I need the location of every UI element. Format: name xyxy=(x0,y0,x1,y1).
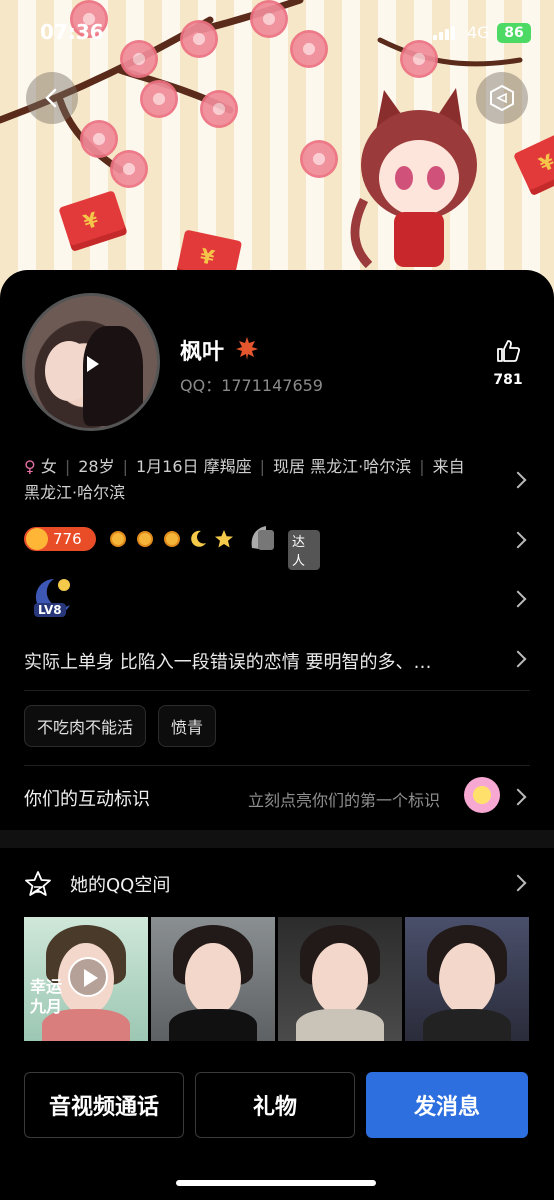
photo-body xyxy=(423,1009,511,1041)
lv-label: LV8 xyxy=(34,603,66,617)
photo-body xyxy=(169,1009,257,1041)
profile-name: 枫叶 xyxy=(180,340,225,365)
age: 28岁 xyxy=(78,457,115,476)
sun-icon xyxy=(137,531,153,547)
home-indicator[interactable] xyxy=(176,1180,376,1186)
tag-item[interactable]: 愤青 xyxy=(158,705,217,747)
gender: 女 xyxy=(40,457,57,476)
chevron-right-icon xyxy=(509,471,527,489)
status-bar: 07:36 4G 86 xyxy=(0,20,554,50)
blossom-icon xyxy=(200,90,238,128)
chevron-left-icon xyxy=(45,88,57,108)
like-button[interactable]: 781 xyxy=(488,338,528,388)
av-call-button[interactable]: 音视频通话 xyxy=(24,1072,184,1138)
sun-icon xyxy=(164,531,180,547)
photo-caption-line1: 幸运 xyxy=(30,977,63,996)
qzone-star-icon xyxy=(25,871,51,896)
send-message-button[interactable]: 发消息 xyxy=(366,1072,528,1138)
wing-icon xyxy=(251,526,274,550)
blossom-icon xyxy=(80,120,118,158)
qzone-photo[interactable] xyxy=(278,917,402,1041)
interaction-hint[interactable]: 立刻点亮你们的第一个标识 xyxy=(248,787,440,811)
chevron-right-icon xyxy=(509,531,527,549)
qzone-title[interactable]: 她的QQ空间 xyxy=(70,871,170,897)
section-spacer xyxy=(0,830,554,848)
photo-caption-line2: 九月 xyxy=(30,997,63,1016)
maple-leaf-icon xyxy=(236,337,258,360)
play-icon xyxy=(68,957,108,997)
blossom-icon xyxy=(140,80,178,118)
blossom-icon xyxy=(300,140,338,178)
qzone-photo-strip: 幸运 九月 xyxy=(24,917,529,1041)
network-type: 4G xyxy=(467,23,490,42)
hexagon-icon xyxy=(490,84,514,112)
play-icon xyxy=(87,356,99,372)
more-button[interactable] xyxy=(476,72,528,124)
birthday: 1月16日 摩羯座 xyxy=(135,457,252,476)
chevron-right-icon xyxy=(509,788,527,806)
battery-icon: 86 xyxy=(497,23,531,43)
chevron-right-icon xyxy=(509,874,527,892)
profile-info-row[interactable]: ♀ 女 | 28岁 | 1月16日 摩羯座 | 现居 黑龙江·哈尔滨 | 来自 黑龙江·哈尔滨 xyxy=(24,454,504,506)
qzone-photo[interactable]: 幸运 九月 xyxy=(24,917,148,1041)
photo-face xyxy=(185,943,241,1015)
tag-list: 不吃肉不能活 愤青 xyxy=(24,705,217,747)
interaction-label[interactable]: 你们的互动标识 xyxy=(24,785,150,811)
flower-emoji-icon xyxy=(464,777,500,813)
chevron-right-icon xyxy=(509,590,527,608)
chevron-right-icon xyxy=(509,650,527,668)
avatar[interactable] xyxy=(22,293,160,431)
qzone-photo[interactable] xyxy=(151,917,275,1041)
points-value: 776 xyxy=(53,530,82,548)
divider xyxy=(24,765,530,766)
signature-text[interactable]: 实际上单身 比陷入一段错误的恋情 要明智的多、… xyxy=(24,648,504,674)
photo-face xyxy=(439,943,495,1015)
photo-caption: 幸运 九月 xyxy=(30,977,62,1017)
lv8-badge[interactable]: LV8 xyxy=(24,575,78,621)
daren-badge[interactable]: 达人 xyxy=(248,522,320,570)
signal-icon xyxy=(433,26,455,40)
status-time: 07:36 xyxy=(40,20,104,44)
hometown-prefix: 来自 xyxy=(432,457,465,476)
daren-label: 达人 xyxy=(288,530,320,570)
sun-icon xyxy=(110,531,126,547)
photo-body xyxy=(296,1009,384,1041)
star-icon xyxy=(215,530,233,548)
flame-coin-icon xyxy=(26,528,48,550)
avatar-hair xyxy=(83,326,143,426)
female-icon: ♀ xyxy=(24,457,36,476)
back-button[interactable] xyxy=(26,72,78,124)
qq-number: QQ：1771147659 xyxy=(180,376,323,395)
moon-icon xyxy=(191,530,206,547)
thumbs-up-icon xyxy=(497,340,521,362)
hometown: 黑龙江·哈尔滨 xyxy=(24,483,126,502)
points-badge[interactable]: 776 xyxy=(24,527,96,551)
photo-face xyxy=(312,943,368,1015)
qzone-photo[interactable] xyxy=(405,917,529,1041)
like-count: 781 xyxy=(493,372,523,388)
blossom-icon xyxy=(110,150,148,188)
residence: 现居 黑龙江·哈尔滨 xyxy=(273,457,412,476)
gift-button[interactable]: 礼物 xyxy=(195,1072,355,1138)
tag-item[interactable]: 不吃肉不能活 xyxy=(24,705,147,747)
anime-character-illustration xyxy=(350,88,477,269)
profile-card: 枫叶 QQ：1771147659 781 ♀ 女 | 28岁 | 1月16日 摩羯座 | 现… xyxy=(0,270,554,1200)
divider xyxy=(24,690,530,691)
